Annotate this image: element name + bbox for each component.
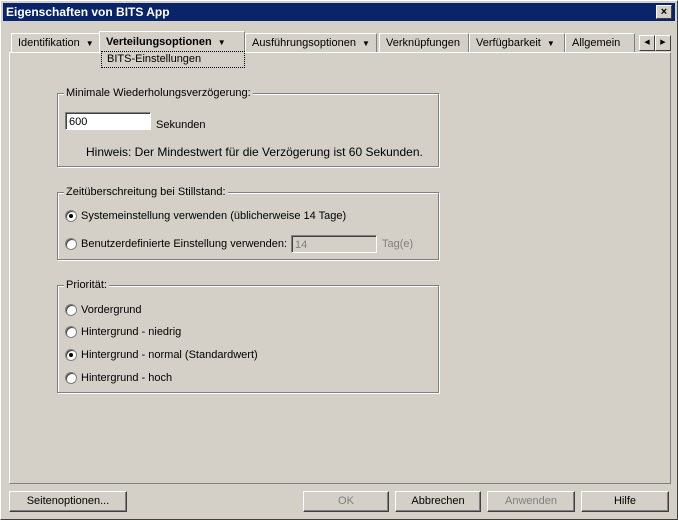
tab-ausfuehrungsoptionen[interactable]: Ausführungsoptionen ▼ <box>245 33 377 52</box>
chevron-down-icon: ▼ <box>361 39 370 48</box>
timeout-custom-unit: Tag(e) <box>382 238 414 250</box>
subtab-bits-settings[interactable]: BITS-Einstellungen <box>107 53 201 65</box>
priority-high-label: Hintergrund - hoch <box>81 372 173 384</box>
retry-delay-label: Minimale Wiederholungsverzögerung: <box>64 87 253 99</box>
tab-label: Allgemein <box>572 37 621 49</box>
priority-low-label: Hintergrund - niedrig <box>81 326 182 338</box>
retry-delay-input[interactable]: 600 <box>65 112 151 130</box>
timeout-label: Zeitüberschreitung bei Stillstand: <box>64 186 228 198</box>
priority-high-radio[interactable] <box>65 372 77 384</box>
priority-normal-label: Hintergrund - normal (Standardwert) <box>81 349 258 361</box>
tab-label: Verfügbarkeit <box>476 37 541 49</box>
chevron-down-icon: ▼ <box>217 38 226 47</box>
close-button[interactable]: × <box>656 5 672 19</box>
apply-button[interactable]: Anwenden <box>487 491 575 512</box>
window-title: Eigenschaften von BITS App <box>6 5 170 19</box>
timeout-system-radio[interactable] <box>65 210 77 222</box>
tab-verfuegbarkeit[interactable]: Verfügbarkeit ▼ <box>469 33 565 52</box>
title-bar: Eigenschaften von BITS App × <box>3 3 675 21</box>
tab-label: Ausführungsoptionen <box>252 37 356 49</box>
tab-identifikation[interactable]: Identifikation ▼ <box>11 33 101 52</box>
retry-delay-hint: Hinweis: Der Mindestwert für die Verzöge… <box>86 145 423 159</box>
tab-label: Verknüpfungen <box>386 37 461 49</box>
help-button[interactable]: Hilfe <box>581 491 669 512</box>
retry-delay-unit: Sekunden <box>156 119 206 131</box>
tab-label: Verteilungsoptionen <box>106 36 212 48</box>
chevron-down-icon: ▼ <box>85 39 94 48</box>
tab-allgemein[interactable]: Allgemein <box>565 33 635 52</box>
tab-label: Identifikation <box>18 37 80 49</box>
tab-verknuepfungen[interactable]: Verknüpfungen <box>379 33 469 52</box>
ok-button[interactable]: OK <box>303 491 389 512</box>
priority-foreground-radio[interactable] <box>65 304 77 316</box>
timeout-custom-input[interactable]: 14 <box>291 235 377 253</box>
timeout-system-label: Systemeinstellung verwenden (üblicherwei… <box>81 210 347 222</box>
cancel-button[interactable]: Abbrechen <box>395 491 481 512</box>
subtab-menu[interactable]: BITS-Einstellungen <box>101 51 245 68</box>
timeout-custom-radio[interactable] <box>65 238 77 250</box>
properties-window: Eigenschaften von BITS App × Identifikat… <box>0 0 678 520</box>
chevron-down-icon: ▼ <box>546 39 555 48</box>
priority-low-radio[interactable] <box>65 326 77 338</box>
timeout-custom-label: Benutzerdefinierte Einstellung verwenden… <box>81 238 288 250</box>
priority-normal-radio[interactable] <box>65 349 77 361</box>
priority-label: Priorität: <box>64 279 109 291</box>
tab-scroll-left-icon[interactable]: ◀ <box>639 35 655 51</box>
priority-foreground-label: Vordergrund <box>81 304 142 316</box>
tab-scroll-right-icon[interactable]: ▶ <box>655 35 671 51</box>
page-options-button[interactable]: Seitenoptionen... <box>9 491 127 512</box>
